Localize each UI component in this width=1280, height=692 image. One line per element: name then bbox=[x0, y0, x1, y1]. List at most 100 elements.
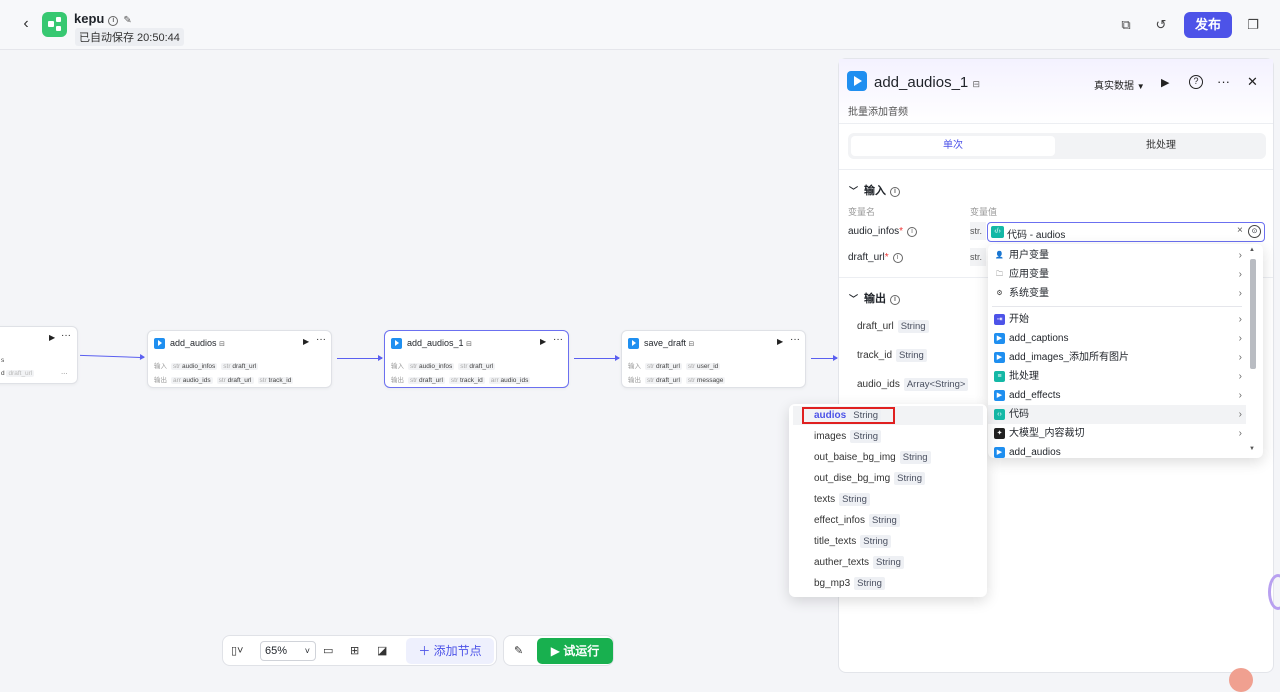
submenu-item[interactable]: bg_mp3 String bbox=[793, 574, 983, 593]
submenu-item[interactable]: images String bbox=[793, 427, 983, 446]
scrollbar-thumb[interactable] bbox=[1250, 259, 1256, 369]
trial-run-button[interactable]: ▶ 试运行 bbox=[537, 638, 613, 664]
info-icon[interactable]: i bbox=[890, 295, 901, 305]
value-reference-input[interactable]: ‹/› 代码 - audios × ⊙ bbox=[987, 222, 1265, 242]
chevron-right-icon: › bbox=[1238, 288, 1242, 299]
run-node-icon[interactable]: ▶ bbox=[49, 333, 55, 342]
run-node-icon[interactable]: ▶ bbox=[777, 337, 783, 346]
back-icon[interactable]: ‹ bbox=[16, 14, 36, 34]
submenu-item[interactable]: out_baise_bg_img String bbox=[793, 448, 983, 467]
info-icon[interactable]: i bbox=[108, 16, 119, 26]
grid-layout-icon[interactable]: ⊞ bbox=[350, 644, 359, 657]
menu-item-user-variables[interactable]: 👤 用户变量 › bbox=[988, 246, 1246, 265]
submenu-item-name: bg_mp3 String bbox=[814, 574, 885, 593]
menu-item-start[interactable]: ⇥ 开始 › bbox=[988, 310, 1246, 329]
run-node-icon[interactable]: ▶ bbox=[540, 337, 546, 346]
plugin-icon: ▶ bbox=[994, 352, 1005, 363]
menu-item-code[interactable]: ‹› 代码 › bbox=[988, 405, 1246, 424]
tab-single[interactable]: 单次 bbox=[851, 136, 1055, 156]
menu-item-app-variables[interactable]: 🗀 应用变量 › bbox=[988, 265, 1246, 284]
menu-item-label: 用户变量 bbox=[1009, 250, 1049, 261]
more-icon[interactable]: ··· bbox=[790, 334, 800, 345]
tab-batch[interactable]: 批处理 bbox=[1059, 136, 1263, 156]
edit-icon[interactable]: ✎ bbox=[123, 15, 131, 26]
chip-name: draft_url bbox=[232, 363, 257, 370]
mouse-mode-icon[interactable]: ▯˅ bbox=[231, 644, 243, 657]
data-mode-select[interactable]: 真实数据 ▼ bbox=[1094, 77, 1145, 92]
trial-run-label: 试运行 bbox=[563, 644, 600, 658]
help-icon[interactable]: ? bbox=[1189, 75, 1203, 89]
var-type: String bbox=[839, 493, 870, 506]
save-icon: ⊟ bbox=[688, 341, 695, 348]
more-icon[interactable]: ··· bbox=[316, 334, 326, 345]
var-name: images bbox=[814, 431, 847, 442]
node-title-text: add_audios bbox=[170, 338, 217, 348]
minimap-icon[interactable]: ◪ bbox=[377, 644, 387, 657]
scroll-up-icon[interactable]: ▲ bbox=[1249, 247, 1255, 253]
run-icon[interactable]: ▶ bbox=[1161, 76, 1169, 89]
llm-icon: ✦ bbox=[994, 428, 1005, 439]
info-icon[interactable]: i bbox=[907, 227, 918, 237]
variable-picker-menu: 👤 用户变量 › 🗀 应用变量 › ⚙ 系统变量 › ⇥ 开始 › ▶ add_captions ›… bbox=[988, 244, 1263, 458]
zoom-select[interactable]: 65% ˅ bbox=[260, 641, 316, 661]
menu-item-llm[interactable]: ✦ 大模型_内容裁切 › bbox=[988, 424, 1246, 443]
wrench-icon[interactable]: ✎ bbox=[514, 644, 523, 657]
publish-button[interactable]: 发布 bbox=[1184, 12, 1232, 38]
node-add-audios[interactable]: add_audios ⊟ ▶ ··· 输入 str audio_infos str … bbox=[147, 330, 332, 388]
output-type: Array<String> bbox=[903, 378, 969, 391]
menu-item-add-effects[interactable]: ▶ add_effects › bbox=[988, 386, 1246, 405]
chevron-down-icon: ˅ bbox=[304, 646, 310, 656]
submenu-item[interactable]: texts String bbox=[793, 490, 983, 509]
menu-item-add-images[interactable]: ▶ add_images_添加所有图片 › bbox=[988, 348, 1246, 367]
chip-name: draft_url bbox=[469, 363, 494, 370]
info-icon[interactable]: i bbox=[892, 253, 903, 263]
input-section-header[interactable]: ﹀ 输入 i bbox=[849, 182, 901, 198]
node-row-label: 输入 bbox=[628, 363, 641, 370]
more-icon[interactable]: ··· bbox=[1217, 74, 1230, 89]
plugin-icon bbox=[391, 338, 402, 349]
more-icon[interactable]: ··· bbox=[553, 334, 563, 345]
variable-picker-icon[interactable]: ⊙ bbox=[1248, 225, 1261, 238]
chip-name: audio_ids bbox=[182, 377, 211, 384]
submenu-item[interactable]: title_texts String bbox=[793, 532, 983, 551]
node-chip: str audio_infos bbox=[171, 363, 218, 370]
add-node-button[interactable]: ＋ 添加节点 bbox=[406, 638, 494, 664]
panel-description: 批量添加音频 bbox=[848, 107, 908, 118]
chip-name: audio_infos bbox=[419, 363, 453, 370]
share-icon[interactable]: ❐ bbox=[1245, 17, 1261, 33]
menu-scrollbar[interactable]: ▲ ▼ bbox=[1248, 247, 1258, 455]
scroll-down-icon[interactable]: ▼ bbox=[1249, 446, 1255, 452]
more-icon[interactable]: ··· bbox=[61, 330, 71, 341]
history-icon[interactable]: ↺ bbox=[1153, 17, 1169, 33]
clear-icon[interactable]: × bbox=[1237, 225, 1243, 236]
menu-item-label: 批处理 bbox=[1009, 371, 1039, 382]
run-node-icon[interactable]: ▶ bbox=[303, 337, 309, 346]
menu-item-label: add_images_添加所有图片 bbox=[1009, 352, 1130, 363]
assistant-avatar[interactable] bbox=[1229, 668, 1253, 692]
node-add-audios-1[interactable]: add_audios_1 ⊟ ▶ ··· 输入 str audio_infos st… bbox=[384, 330, 569, 388]
node-partial[interactable]: ▶ ··· s d draft_url ··· bbox=[0, 326, 78, 384]
node-inputs: 输入 str audio_infos str draft_url bbox=[154, 360, 262, 370]
menu-item-add-audios[interactable]: ▶ add_audios bbox=[988, 443, 1246, 458]
chip-type: str bbox=[218, 377, 226, 384]
close-icon[interactable]: ✕ bbox=[1247, 74, 1258, 90]
submenu-item[interactable]: auther_texts String bbox=[793, 553, 983, 572]
copy-icon[interactable]: ⧉ bbox=[1118, 17, 1134, 33]
var-type: String bbox=[899, 451, 931, 464]
submenu-item[interactable]: effect_infos String bbox=[793, 511, 983, 530]
menu-item-batch[interactable]: ≡ 批处理 › bbox=[988, 367, 1246, 386]
node-title: save_draft ⊟ bbox=[644, 338, 694, 348]
menu-item-add-captions[interactable]: ▶ add_captions › bbox=[988, 329, 1246, 348]
comment-icon[interactable]: ▭ bbox=[323, 644, 333, 657]
output-section-header[interactable]: ﹀ 输出 i bbox=[849, 290, 901, 306]
menu-item-system-variables[interactable]: ⚙ 系统变量 › bbox=[988, 284, 1246, 303]
node-save-draft[interactable]: save_draft ⊟ ▶ ··· 输入 str draft_url str us… bbox=[621, 330, 806, 388]
batch-icon: ≡ bbox=[994, 371, 1005, 382]
info-icon[interactable]: i bbox=[890, 187, 901, 197]
chevron-right-icon: › bbox=[1238, 390, 1242, 401]
type-badge: str. bbox=[970, 248, 986, 266]
chip-type: str bbox=[687, 363, 696, 370]
plugin-icon bbox=[847, 71, 867, 91]
chip-name: audio_infos bbox=[182, 363, 216, 370]
submenu-item[interactable]: out_dise_bg_img String bbox=[793, 469, 983, 488]
